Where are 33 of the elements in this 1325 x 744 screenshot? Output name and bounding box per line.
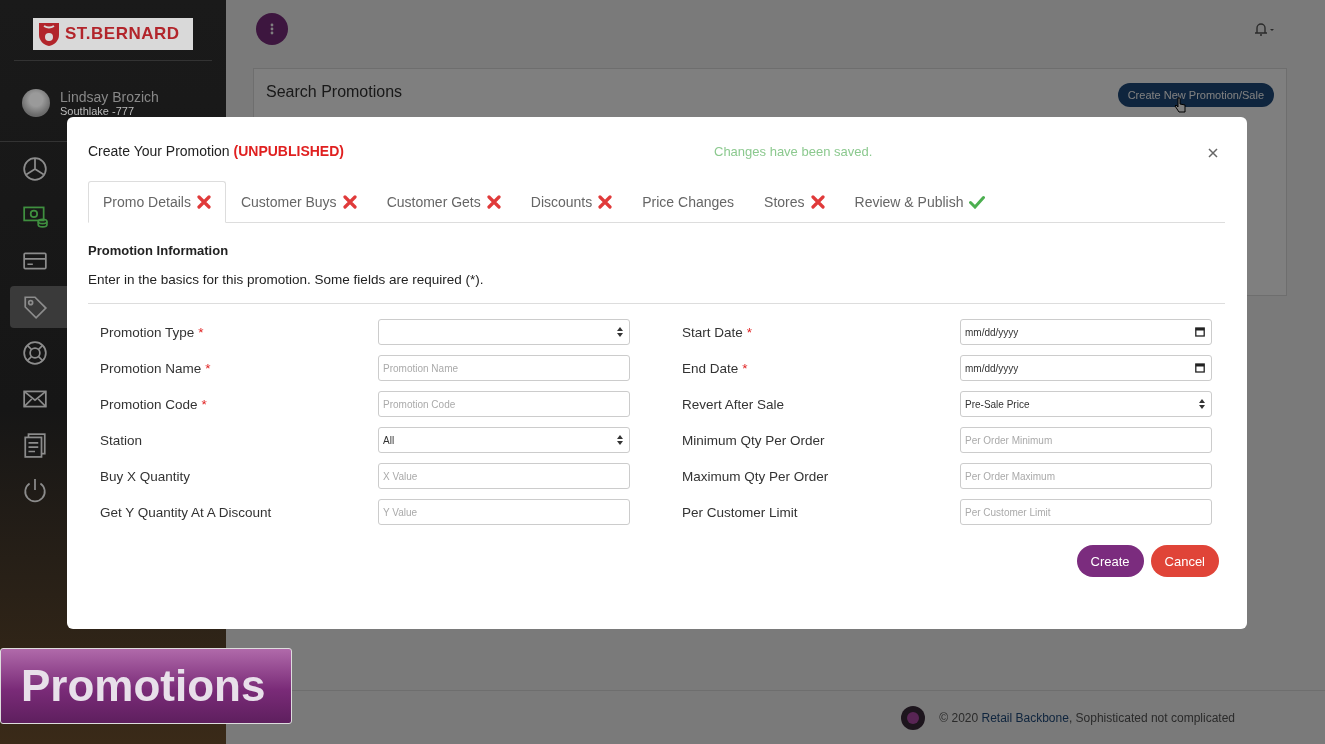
- tab-label: Review & Publish: [854, 194, 964, 210]
- field-label: Per Customer Limit: [682, 504, 799, 520]
- logo-text: ST.BERNARD: [65, 24, 180, 44]
- date-value: mm/dd/yyyy: [965, 326, 1019, 338]
- section-description: Enter in the basics for this promotion. Some fields are required (*).: [88, 272, 485, 287]
- field-label: Promotion Type *: [100, 324, 205, 340]
- section-title: Promotion Information: [88, 243, 230, 258]
- tab-label: Discounts: [530, 194, 593, 210]
- saved-notice: Changes have been saved.: [714, 143, 874, 159]
- field-label: Promotion Code *: [100, 396, 208, 412]
- promotions-caption: Promotions: [0, 648, 292, 724]
- tab-label: Promo Details: [103, 194, 191, 210]
- tab-label: Price Changes: [642, 194, 735, 210]
- copyright-text: © 2020 Retail Backbone, Sophisticated not complicated: [939, 710, 1235, 725]
- field-label: Minimum Qty Per Order: [682, 432, 826, 448]
- user-name: Lindsay Brozich: [60, 89, 159, 105]
- field-label: Promotion Name *: [100, 360, 212, 376]
- dialog-title: Create Your Promotion (UNPUBLISHED): [88, 143, 345, 159]
- field-label: Maximum Qty Per Order: [682, 468, 830, 484]
- tab-label: Customer Buys: [240, 194, 337, 210]
- date-value: mm/dd/yyyy: [965, 362, 1019, 374]
- tab-label: Customer Gets: [386, 194, 481, 210]
- tab-label: Stores: [764, 194, 805, 210]
- field-label: Buy X Quantity: [100, 468, 192, 484]
- field-label: End Date *: [682, 360, 749, 376]
- select-value: All: [383, 434, 395, 446]
- select-value: Pre-Sale Price: [965, 398, 1030, 410]
- field-label: Station: [100, 432, 144, 448]
- store-name: Southlake -777: [60, 105, 135, 117]
- field-label: Start Date *: [682, 324, 754, 340]
- field-label: Revert After Sale: [682, 396, 786, 412]
- card-title: Search Promotions: [266, 83, 403, 101]
- field-label: Get Y Quantity At A Discount: [100, 504, 273, 520]
